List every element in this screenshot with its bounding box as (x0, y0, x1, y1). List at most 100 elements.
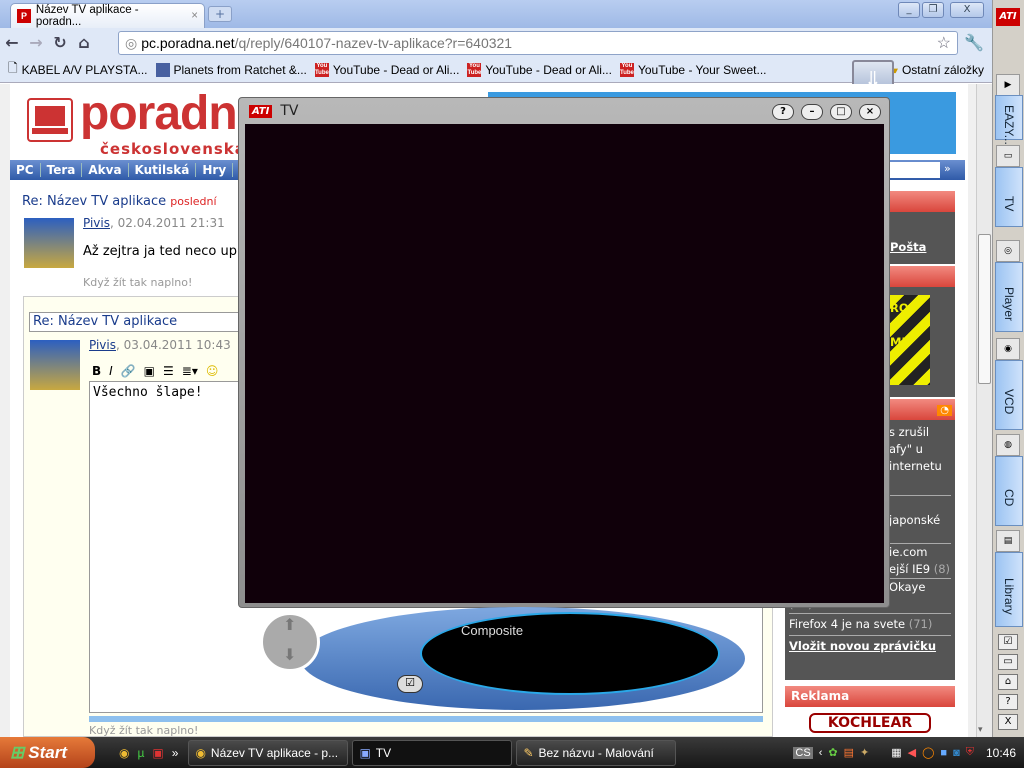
author-link[interactable]: Pivis (83, 216, 110, 230)
utorrent-icon[interactable]: µ (137, 746, 144, 760)
forward-icon[interactable]: → (24, 33, 48, 52)
check-button[interactable]: ☑ (397, 675, 423, 693)
ati-tab-player[interactable]: Player (995, 262, 1023, 332)
nav-pc[interactable]: PC (10, 163, 41, 177)
bookmark-item[interactable]: You Tube YouTube - Your Sweet... (619, 62, 767, 77)
other-bookmarks[interactable]: ▰Ostatní záložky (889, 63, 984, 77)
channel-down-icon[interactable]: ⬇ (283, 645, 296, 664)
tray-app-icon[interactable]: ◙ (953, 747, 960, 759)
network-icon[interactable]: ▦ (891, 746, 901, 759)
home-icon[interactable]: ⌂ (998, 674, 1018, 690)
close-button[interactable]: X (950, 2, 984, 18)
more-icon[interactable]: » (172, 746, 179, 760)
add-news-link[interactable]: Vložit novou zprávičku (789, 636, 951, 655)
list-icon[interactable]: ≣▾ (182, 364, 198, 378)
news-item[interactable]: Firefox 4 je na svete (789, 617, 905, 631)
search-go-icon[interactable]: » (944, 162, 951, 175)
bookmark-item[interactable]: You Tube YouTube - Dead or Ali... (467, 62, 612, 77)
computer-icon[interactable]: ▭ (998, 654, 1018, 670)
nav-kutilska[interactable]: Kutilská (129, 163, 197, 177)
channel-up-icon[interactable]: ⬆ (283, 615, 296, 634)
comment-count: (8) (933, 562, 951, 576)
quote-icon[interactable]: ☰ (163, 364, 174, 378)
nav-tera[interactable]: Tera (41, 163, 83, 177)
ati-tab-library[interactable]: Library (995, 552, 1023, 627)
address-bar[interactable]: ◎ pc.poradna.net/q/reply/640107-nazev-tv… (118, 31, 958, 55)
textarea-resize-bar[interactable] (89, 716, 763, 722)
ad-panel[interactable]: KOCHLEAR (785, 707, 955, 737)
scrollbar-thumb[interactable] (978, 234, 991, 384)
nav-akva[interactable]: Akva (82, 163, 129, 177)
tray-app-icon[interactable]: ✿ (828, 746, 837, 759)
tv-icon[interactable]: ▭ (996, 145, 1020, 167)
back-icon[interactable]: ← (0, 33, 24, 52)
tab-close-icon[interactable]: × (191, 10, 198, 22)
close-icon[interactable]: X (998, 714, 1018, 730)
page-scrollbar[interactable]: ▾ (976, 84, 992, 737)
bookmark-item[interactable]: 🗋 KABEL A/V PLAYSTA... (8, 59, 148, 80)
clock[interactable]: 10:46 (986, 746, 1016, 760)
help-icon[interactable]: ? (998, 694, 1018, 710)
other-bookmarks-label: Ostatní záložky (901, 62, 984, 77)
task-tv[interactable]: ▣ TV (352, 739, 513, 766)
security-icon[interactable]: ⛨ (966, 746, 974, 759)
url-path: /q/reply/640107-nazev-tv-aplikace?r=6403… (234, 35, 513, 51)
cd-icon[interactable]: ◍ (996, 434, 1020, 456)
maximize-button[interactable]: □ (830, 104, 852, 120)
browser-tab[interactable]: P Název TV aplikace - poradn... × (10, 3, 205, 28)
ati-tab-eazy[interactable]: EAZY... (995, 95, 1023, 144)
vcd-icon[interactable]: ◉ (996, 338, 1020, 360)
library-icon[interactable]: ▤ (996, 530, 1020, 552)
eazy-icon[interactable]: ▶ (996, 74, 1020, 96)
reload-icon[interactable]: ↻ (48, 33, 72, 52)
nav-hry[interactable]: Hry (196, 163, 234, 177)
laptop-logo-icon (27, 98, 73, 142)
rss-icon[interactable]: ◔ (937, 405, 952, 416)
bookmark-item[interactable]: You Tube YouTube - Dead or Ali... (314, 62, 459, 77)
italic-icon[interactable]: I (109, 364, 113, 378)
youtube-icon: You Tube (467, 62, 482, 77)
last-badge[interactable]: poslední (170, 195, 216, 208)
posta-link[interactable]: Pošta (890, 240, 926, 254)
bookmark-star-icon[interactable]: ☆ (937, 33, 951, 53)
author-link[interactable]: Pivis (89, 338, 116, 352)
smiley-icon[interactable]: ☺ (206, 364, 219, 378)
dvd-icon[interactable]: ▣ (152, 746, 163, 760)
page-icon: 🗋 (8, 61, 18, 75)
chrome-icon[interactable]: ◉ (119, 746, 129, 760)
language-indicator[interactable]: CS (793, 746, 813, 759)
home-icon[interactable]: ⌂ (72, 33, 96, 52)
checkbox-icon[interactable]: ☑ (998, 634, 1018, 650)
bookmark-item[interactable]: Planets from Ratchet &... (155, 62, 307, 77)
tray-app-icon[interactable]: ▤ (844, 746, 854, 759)
link-icon[interactable]: 🔗 (121, 364, 136, 378)
tv-window[interactable]: ATI TV ? – □ × (238, 97, 890, 608)
tray-expand-icon[interactable]: ‹ (819, 747, 823, 759)
task-chrome[interactable]: ◉ Název TV aplikace - p... (188, 739, 349, 766)
video-display[interactable] (245, 124, 884, 603)
bold-icon[interactable]: B (92, 364, 101, 378)
minimize-button[interactable]: – (801, 104, 823, 120)
ati-logo[interactable]: ATI (996, 8, 1020, 26)
news-item[interactable]: ejší IE9 (889, 562, 930, 576)
ati-tab-cd[interactable]: CD (995, 456, 1023, 526)
player-icon[interactable]: ◎ (996, 240, 1020, 262)
volume-icon[interactable]: ◀ (908, 746, 916, 759)
close-button[interactable]: × (859, 104, 881, 120)
scroll-down-icon[interactable]: ▾ (978, 725, 983, 735)
ati-tab-vcd[interactable]: VCD (995, 360, 1023, 430)
ati-tab-tv[interactable]: TV (995, 167, 1023, 227)
restore-button[interactable]: ❐ (922, 2, 944, 18)
new-tab-button[interactable]: + (208, 6, 232, 22)
start-button[interactable]: ⊞ Start (0, 737, 95, 768)
image-icon[interactable]: ▣ (144, 364, 155, 378)
task-paint[interactable]: ✎ Bez názvu - Malování (516, 739, 677, 766)
help-button[interactable]: ? (772, 104, 794, 120)
tray-app-icon[interactable]: ✦ (860, 746, 869, 759)
tray-app-icon[interactable]: ◯ (922, 746, 934, 759)
tray-app-icon[interactable]: ■ (940, 747, 947, 759)
minimize-button[interactable]: _ (898, 2, 920, 18)
quick-launch: ◉ µ ▣ » (95, 746, 188, 760)
wrench-icon[interactable]: 🔧 (964, 33, 984, 52)
site-logo[interactable]: poradna (80, 86, 263, 141)
